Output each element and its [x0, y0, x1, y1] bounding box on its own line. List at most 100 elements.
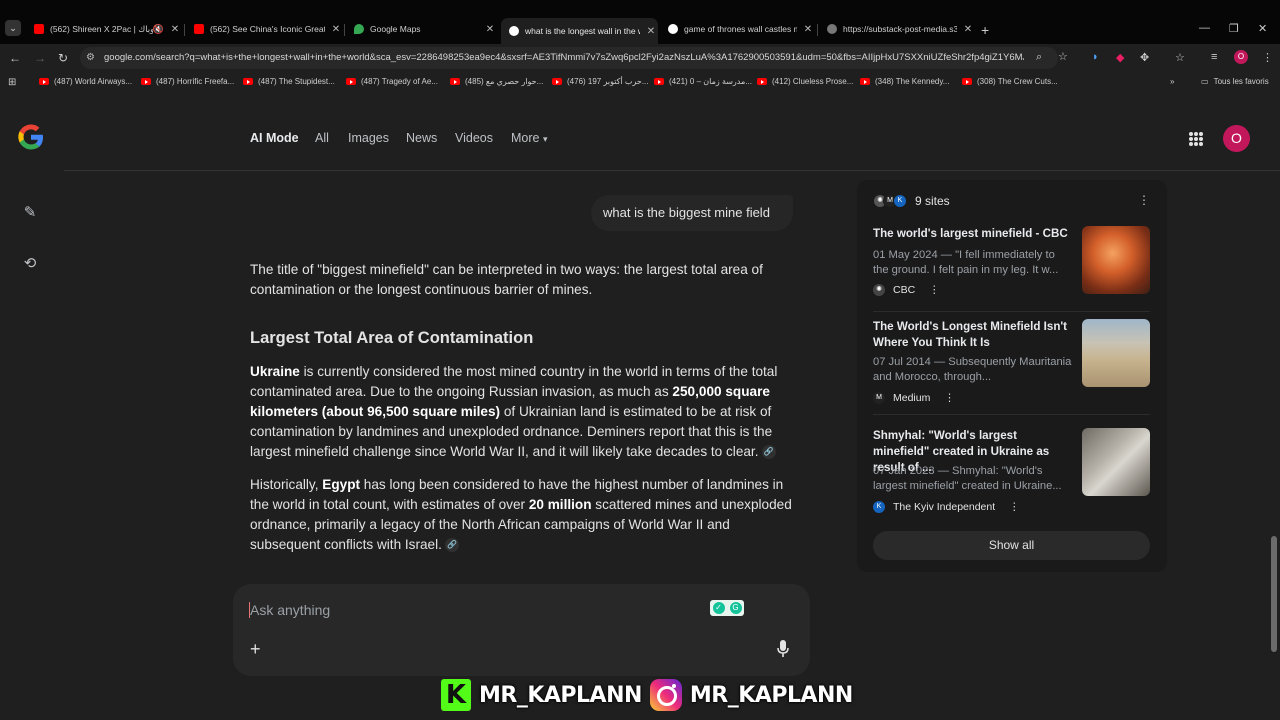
- show-all-button[interactable]: Show all: [873, 531, 1150, 560]
- tab-youtube-great-wall[interactable]: (562) See China's Iconic Great Wall ✕: [186, 18, 343, 40]
- grammarly-icon: G: [729, 602, 742, 614]
- bookmarks-star-icon[interactable]: ☆: [1175, 51, 1185, 64]
- answer-paragraph-ukraine: Ukraine is currently considered the most…: [250, 362, 800, 462]
- google-apps-icon[interactable]: [1189, 132, 1203, 146]
- source-card[interactable]: The World's Longest Minefield Isn't Wher…: [873, 319, 1150, 404]
- cbc-favicon-icon: ✺: [873, 284, 885, 296]
- tab-longest-wall[interactable]: what is the longest wall in the world ✕: [501, 18, 658, 44]
- microphone-icon[interactable]: [777, 640, 789, 658]
- extension-shield-icon[interactable]: ◆: [1116, 51, 1124, 64]
- kick-handle: MR_KAPLANN: [479, 682, 642, 708]
- close-tab-icon[interactable]: ✕: [961, 24, 975, 35]
- minimize-icon[interactable]: —: [1199, 22, 1210, 34]
- bookmark-item[interactable]: (487) World Airways...: [39, 77, 132, 86]
- back-icon[interactable]: ←: [9, 51, 21, 65]
- youtube-icon: [757, 78, 767, 85]
- tab-google-maps[interactable]: Google Maps ✕: [346, 18, 497, 40]
- bookmark-item[interactable]: (485) حوار حصري مع...: [450, 77, 543, 86]
- bookmark-item[interactable]: (348) The Kennedy...: [860, 77, 949, 86]
- speaker-muted-icon[interactable]: 🔇: [153, 24, 164, 35]
- add-attachment-icon[interactable]: +: [250, 639, 261, 660]
- media-control-icon[interactable]: ≡: [1211, 51, 1217, 63]
- tab-news[interactable]: News: [406, 131, 437, 145]
- kyiv-favicon-icon: K: [873, 501, 885, 513]
- explosion-thumbnail[interactable]: [1082, 226, 1150, 294]
- bookmark-item[interactable]: (308) The Crew Cuts...: [962, 77, 1058, 86]
- sources-header[interactable]: ✺ M K 9 sites: [873, 194, 950, 208]
- screen: ⌄ (562) Shireen X 2Pac | شيرين وتوباك 🔇 …: [0, 0, 1280, 720]
- zoom-icon[interactable]: ⌕: [1036, 51, 1042, 64]
- link-icon[interactable]: 🔗: [761, 445, 776, 460]
- bookmark-item[interactable]: (476) حرب أكتوبر 197...: [552, 77, 649, 86]
- all-bookmarks-folder[interactable]: ▭ Tous les favoris: [1201, 77, 1269, 86]
- new-tab-icon[interactable]: +: [981, 22, 989, 38]
- account-avatar[interactable]: O: [1223, 125, 1250, 152]
- youtube-icon: [141, 78, 151, 85]
- grammarly-widget[interactable]: ✓ G: [710, 600, 744, 616]
- site-info-icon[interactable]: ⚙: [86, 52, 98, 64]
- source-snippet: 07 Jul 2014 — Subsequently Mauritania an…: [873, 356, 1072, 383]
- close-tab-icon[interactable]: ✕: [801, 24, 815, 35]
- bookmark-item[interactable]: (487) Tragedy of Ae...: [346, 77, 438, 86]
- source-title[interactable]: The World's Longest Minefield Isn't Wher…: [873, 319, 1073, 351]
- close-tab-icon[interactable]: ✕: [483, 24, 497, 35]
- source-title[interactable]: The world's largest minefield - CBC: [873, 226, 1073, 242]
- extensions-puzzle-icon[interactable]: ✥: [1140, 51, 1149, 64]
- instagram-handle: MR_KAPLANN: [689, 682, 853, 708]
- card-menu-icon[interactable]: ⋮: [1009, 501, 1020, 513]
- tab-title: https://substack-post-media.s3: [843, 24, 957, 34]
- source-card[interactable]: Shmyhal: "World's largest minefield" cre…: [873, 428, 1150, 513]
- bookmark-item[interactable]: (412) Clueless Prose...: [757, 77, 853, 86]
- bookmarks-bar: ⊞ (487) World Airways... (487) Horrific …: [0, 72, 1280, 94]
- deminers-thumbnail[interactable]: [1082, 428, 1150, 496]
- tab-substack[interactable]: https://substack-post-media.s3 ✕: [819, 18, 975, 40]
- sources-menu-icon[interactable]: ⋮: [1138, 193, 1150, 207]
- tab-more-label: More: [511, 131, 540, 145]
- tab-more[interactable]: More ▾: [511, 131, 548, 145]
- history-icon[interactable]: ⟲: [21, 254, 39, 272]
- source-name: Medium: [893, 392, 931, 404]
- source-attribution: M Medium ⋮: [873, 392, 955, 404]
- more-bookmarks-icon[interactable]: »: [1170, 77, 1174, 86]
- restore-icon[interactable]: ❐: [1229, 22, 1239, 35]
- card-menu-icon[interactable]: ⋮: [944, 392, 955, 404]
- bookmark-item[interactable]: (421) مدرسة زمان – 0...: [654, 77, 752, 86]
- ask-input[interactable]: Ask anything: [250, 602, 330, 618]
- star-icon[interactable]: ☆: [1058, 50, 1068, 63]
- close-tab-icon[interactable]: ✕: [168, 24, 182, 35]
- apps-grid-icon[interactable]: ⊞: [8, 77, 16, 88]
- medium-favicon-icon: M: [873, 392, 885, 404]
- bookmark-label: (308) The Crew Cuts...: [977, 77, 1058, 86]
- tab-search-button[interactable]: ⌄: [5, 20, 21, 36]
- tab-ai-mode[interactable]: AI Mode: [250, 131, 299, 145]
- extension-audio-icon[interactable]: ◗: [1092, 51, 1099, 63]
- tab-divider: [184, 24, 185, 36]
- close-window-icon[interactable]: ✕: [1258, 22, 1267, 35]
- source-snippet: 01 May 2024 — "I fell immediately to the…: [873, 249, 1059, 276]
- source-card[interactable]: The world's largest minefield - CBC 01 M…: [873, 226, 1150, 302]
- profile-avatar[interactable]: O: [1234, 50, 1248, 64]
- close-tab-icon[interactable]: ✕: [644, 26, 658, 37]
- tab-images[interactable]: Images: [348, 131, 389, 145]
- card-menu-icon[interactable]: ⋮: [929, 284, 940, 296]
- tab-game-of-thrones[interactable]: game of thrones wall castles map ✕: [660, 18, 815, 40]
- google-logo-icon[interactable]: [16, 122, 46, 152]
- scrollbar-thumb[interactable]: [1271, 536, 1277, 652]
- new-chat-icon[interactable]: ✎: [21, 203, 39, 221]
- tab-all[interactable]: All: [315, 131, 329, 145]
- bookmark-label: (487) The Stupidest...: [258, 77, 335, 86]
- reload-icon[interactable]: ↻: [58, 51, 68, 65]
- header-divider: [64, 170, 1280, 171]
- desert-thumbnail[interactable]: [1082, 319, 1150, 387]
- link-icon[interactable]: 🔗: [444, 538, 459, 553]
- tab-videos[interactable]: Videos: [455, 131, 493, 145]
- menu-kebab-icon[interactable]: ⋮: [1262, 51, 1273, 64]
- tab-youtube-shireen[interactable]: (562) Shireen X 2Pac | شيرين وتوباك 🔇 ✕: [26, 18, 182, 40]
- address-bar[interactable]: ⚙ google.com/search?q=what+is+the+longes…: [80, 47, 1058, 69]
- close-tab-icon[interactable]: ✕: [329, 24, 343, 35]
- ask-box[interactable]: Ask anything ✓ G +: [233, 584, 810, 676]
- page-scrollbar[interactable]: [1270, 96, 1278, 706]
- bookmark-item[interactable]: (487) Horrific Freefa...: [141, 77, 234, 86]
- forward-icon[interactable]: →: [34, 51, 46, 65]
- bookmark-item[interactable]: (487) The Stupidest...: [243, 77, 335, 86]
